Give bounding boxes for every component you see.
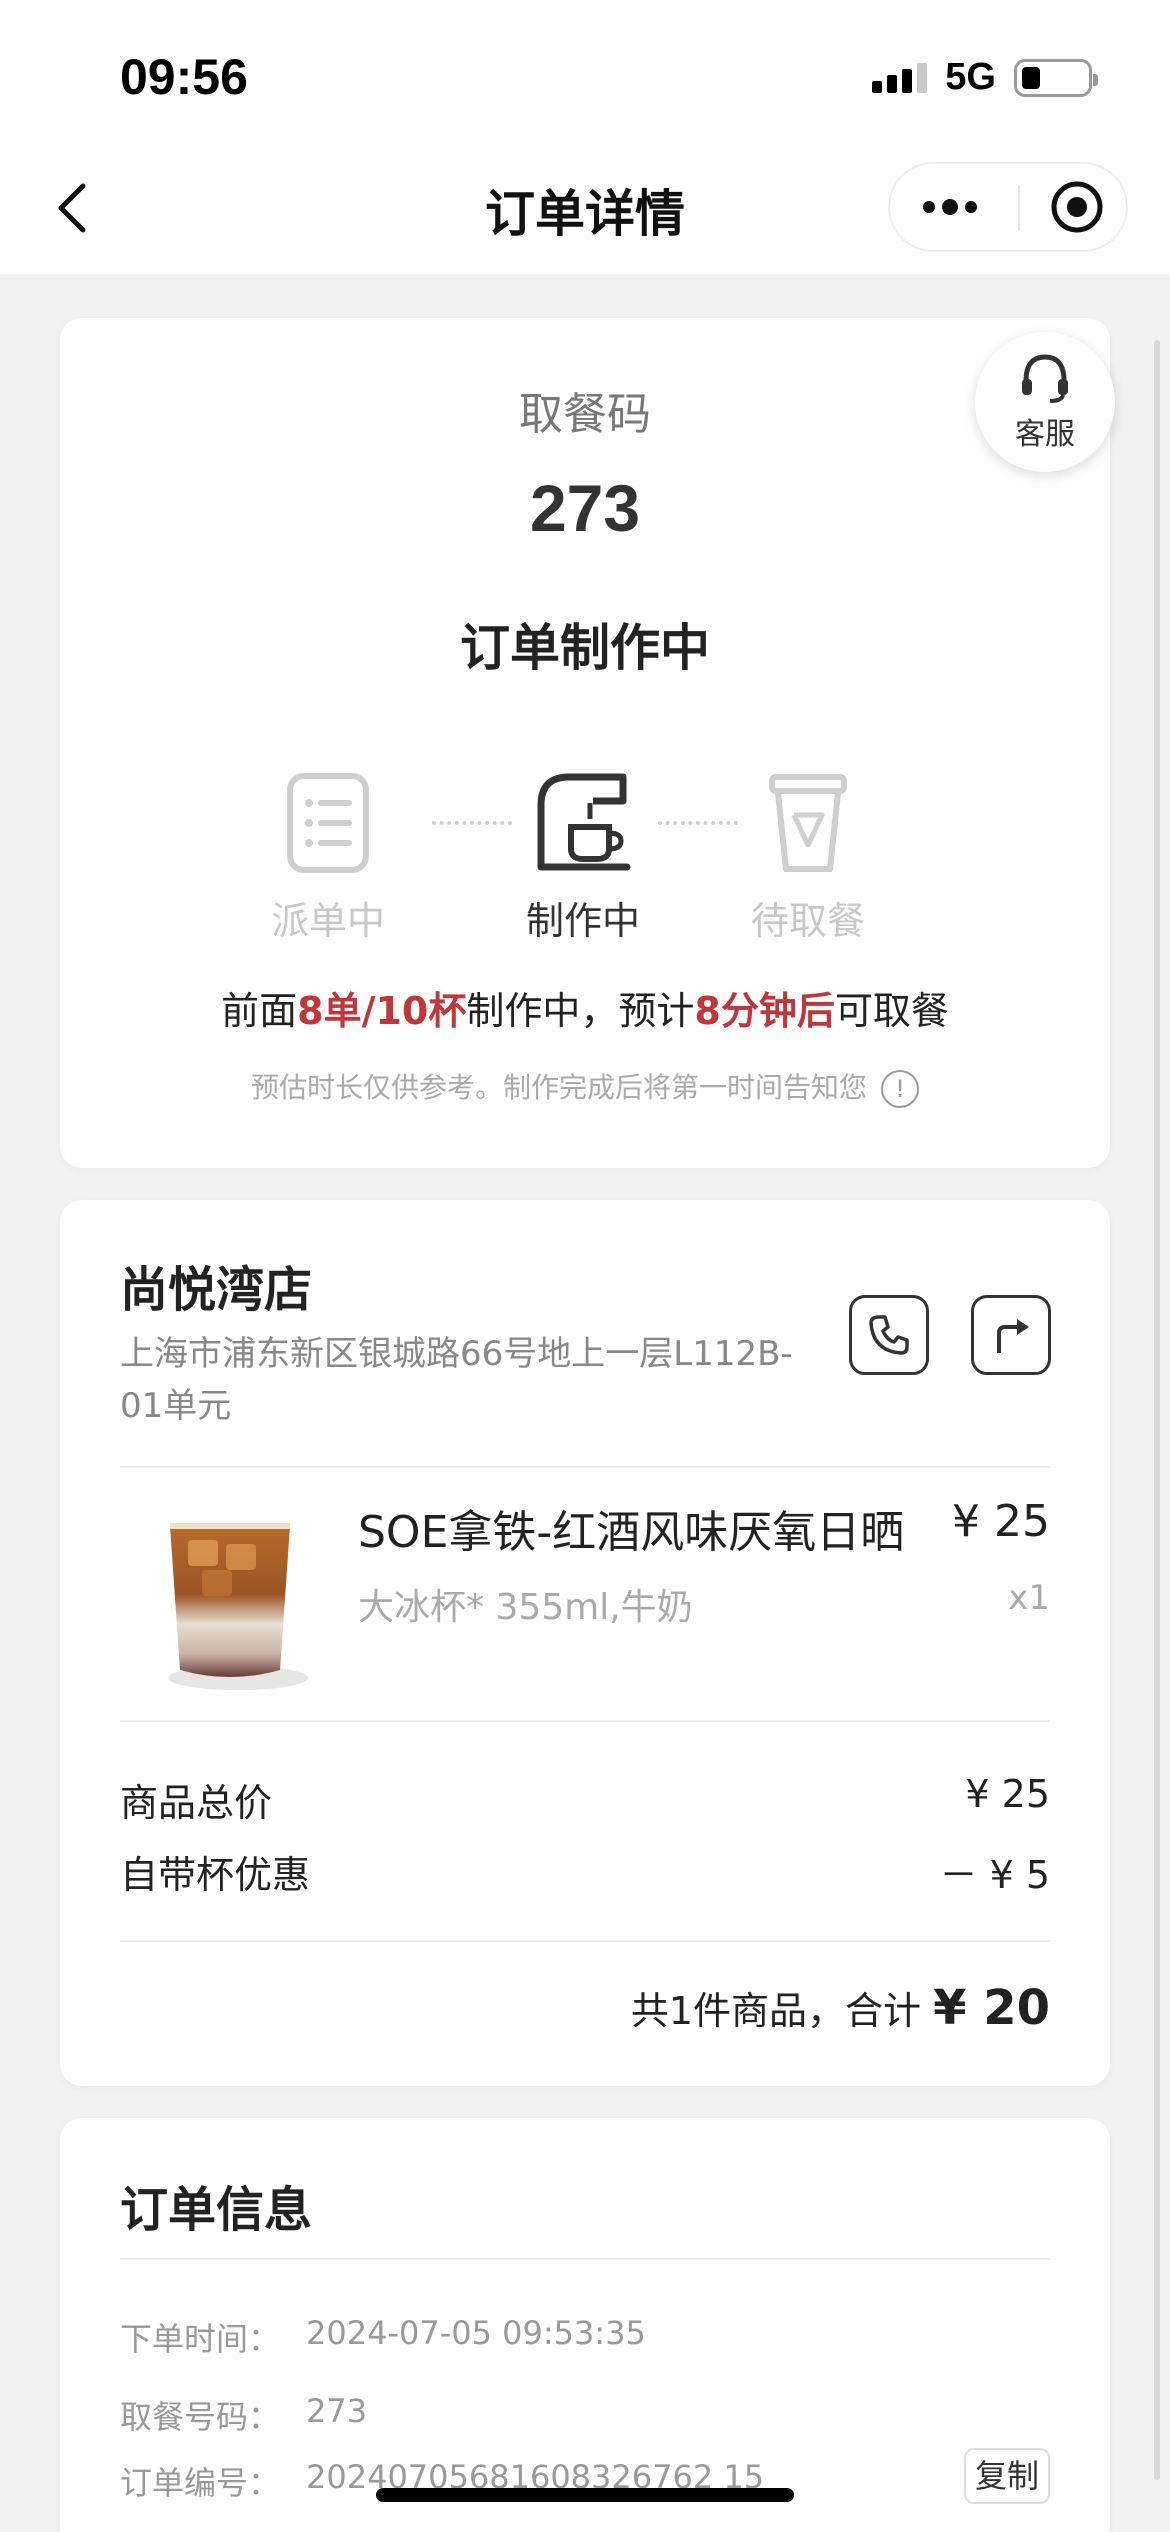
- store-order-card: 尚悦湾店 上海市浦东新区银城路66号地上一层L112B-01单元 SOE拿铁-红…: [60, 1200, 1110, 2086]
- capsule-divider: [1018, 186, 1020, 230]
- status-time: 09:56: [120, 49, 248, 105]
- order-time-label: 下单时间：: [120, 2320, 281, 2358]
- discount-value: － ¥ 5: [939, 1853, 1050, 1897]
- subtotal-value: ¥ 25: [965, 1772, 1050, 1816]
- eta-note: 预估时长仅供参考。制作完成后将第一时间告知您!: [60, 1066, 1110, 1108]
- divider: [120, 1466, 1050, 1468]
- product-price: ¥ 25: [952, 1496, 1050, 1547]
- pickup-number: 273: [306, 2392, 368, 2430]
- order-list-icon: [287, 773, 369, 873]
- pickup-code: 273: [529, 471, 641, 545]
- target-icon: [1051, 181, 1103, 233]
- store-address: 上海市浦东新区银城路66号地上一层L112B-01单元: [120, 1334, 793, 1426]
- product-spec: 大冰杯* 355ml,牛奶: [358, 1587, 693, 1628]
- eta-time: 8分钟后: [694, 989, 835, 1033]
- directions-icon: [997, 1319, 1029, 1353]
- product-name: SOE拿铁-红酒风味厌氧日晒: [358, 1507, 905, 1558]
- home-indicator[interactable]: [376, 2488, 794, 2502]
- coffee-machine-icon: [537, 773, 631, 871]
- order-info-card: 订单信息 下单时间： 2024-07-05 09:53:35 取餐号码： 273…: [60, 2118, 1110, 2532]
- cup-icon: [769, 774, 847, 872]
- order-info-title: 订单信息: [120, 2182, 313, 2238]
- scrollbar[interactable]: [1154, 340, 1160, 2480]
- phone-icon: [869, 1315, 909, 1355]
- eta-text: 前面8单/10杯制作中，预计8分钟后可取餐: [60, 980, 1110, 1035]
- battery-icon: [1014, 58, 1098, 97]
- status-icons: 5G: [872, 56, 1098, 99]
- divider: [120, 1720, 1050, 1722]
- step-label: 待取餐: [750, 899, 865, 943]
- eta-queue: 8单/10杯: [297, 989, 467, 1033]
- more-dots-icon: [922, 199, 977, 215]
- store-name: 尚悦湾店: [120, 1262, 313, 1318]
- navigate-button[interactable]: [971, 1295, 1051, 1375]
- customer-service-button[interactable]: 客服: [975, 332, 1115, 472]
- eta-suffix: 可取餐: [834, 989, 949, 1033]
- navigation-bar: 订单详情: [0, 150, 1170, 274]
- eta-note-text: 预估时长仅供参考。制作完成后将第一时间告知您: [250, 1071, 867, 1104]
- total-prefix: 共1件商品，合计: [630, 1989, 921, 2033]
- status-bar: 09:56 5G: [0, 0, 1170, 150]
- order-status: 订单制作中: [460, 619, 710, 677]
- customer-service-label: 客服: [1015, 417, 1075, 452]
- copy-order-number-button[interactable]: 复制: [964, 2448, 1050, 2504]
- divider: [120, 1940, 1050, 1942]
- call-store-button[interactable]: [849, 1295, 929, 1375]
- close-mini-program-button[interactable]: [1024, 164, 1130, 250]
- step-ready-for-pickup: 待取餐: [718, 768, 898, 945]
- headset-icon: [1022, 354, 1068, 403]
- info-icon[interactable]: !: [881, 1070, 919, 1108]
- total-amount: ¥ 20: [933, 1980, 1050, 2036]
- network-type: 5G: [945, 56, 996, 98]
- pickup-code-label: 取餐码: [519, 389, 651, 440]
- eta-prefix: 前面: [221, 989, 298, 1033]
- order-time: 2024-07-05 09:53:35: [306, 2314, 646, 2352]
- product-image: [130, 1500, 330, 1700]
- step-dispatching: 派单中: [238, 768, 418, 945]
- order-number-label: 订单编号：: [120, 2464, 281, 2502]
- discount-label: 自带杯优惠: [120, 1853, 311, 1897]
- more-button[interactable]: [890, 164, 1009, 250]
- mini-program-capsule: [888, 162, 1128, 252]
- subtotal-label: 商品总价: [120, 1781, 273, 1825]
- step-making: 制作中: [493, 768, 673, 945]
- signal-icon: [872, 62, 928, 93]
- product-quantity: x1: [1008, 1578, 1050, 1618]
- step-label: 制作中: [525, 899, 640, 943]
- step-label: 派单中: [270, 899, 385, 943]
- pickup-number-label: 取餐号码：: [120, 2398, 281, 2436]
- order-total: 共1件商品，合计 ¥ 20: [631, 1980, 1050, 2036]
- divider: [120, 2258, 1050, 2260]
- pickup-status-card: 取餐码 273 订单制作中 派单中 制作中 待取餐 前面8单/10杯制作中，预计…: [60, 318, 1110, 1168]
- eta-middle: 制作中，预计: [466, 989, 695, 1033]
